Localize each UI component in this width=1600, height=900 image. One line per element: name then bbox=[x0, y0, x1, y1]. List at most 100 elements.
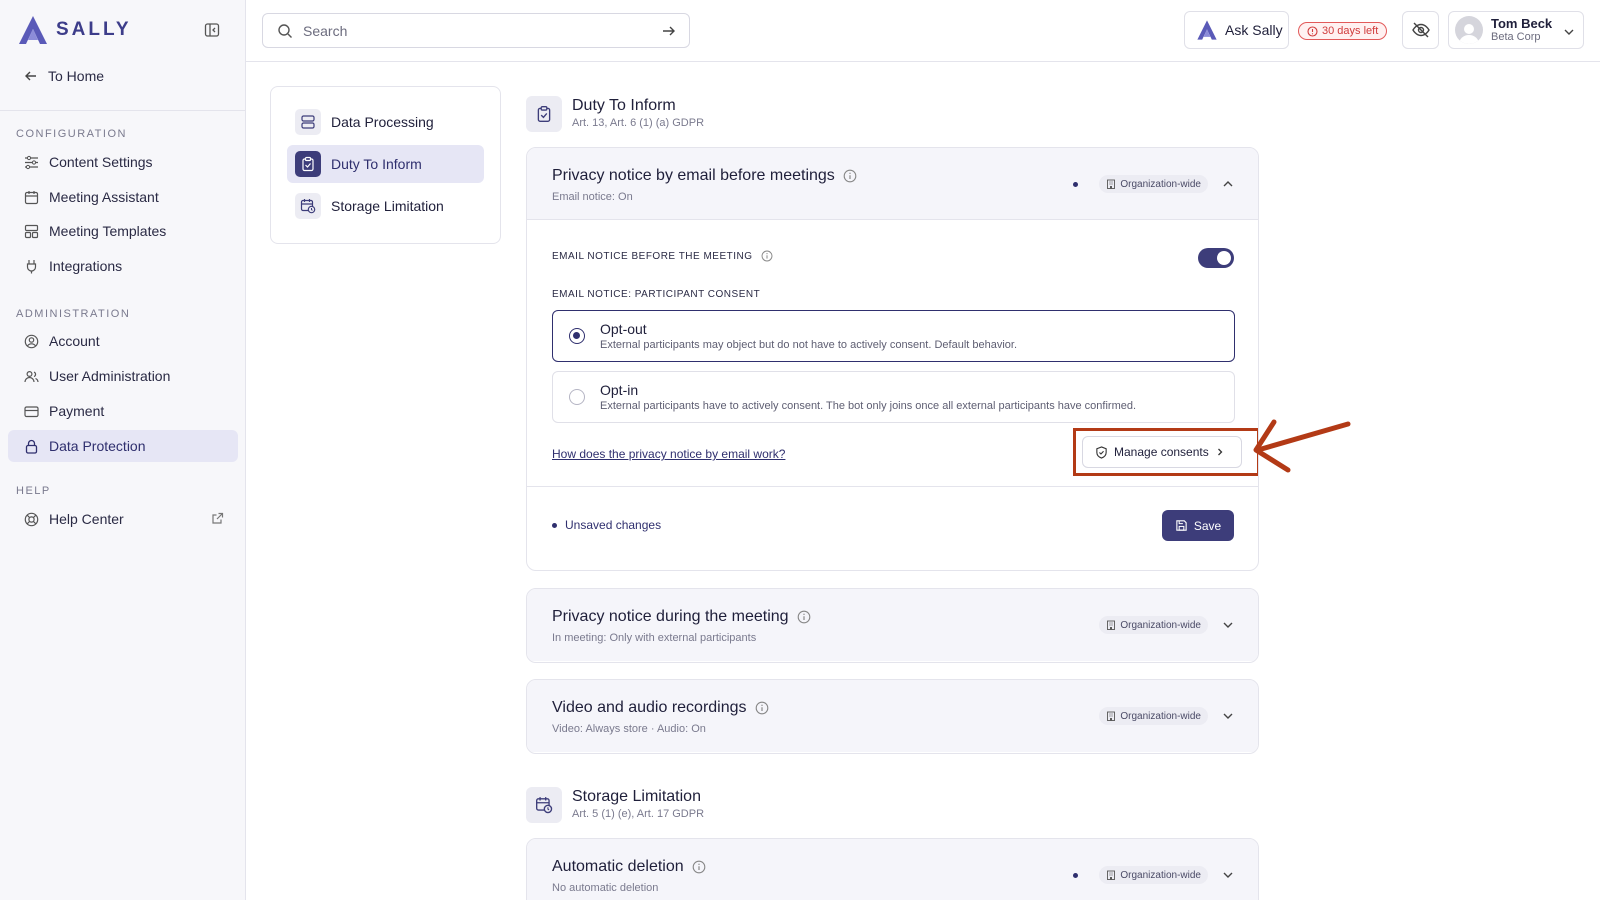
shield-check-icon bbox=[1096, 445, 1107, 459]
opt-out-option[interactable]: Opt-out External participants may object… bbox=[552, 310, 1235, 362]
search-input[interactable] bbox=[303, 22, 633, 39]
trial-badge[interactable]: 30 days left bbox=[1298, 22, 1388, 40]
clipboard-check-icon bbox=[295, 151, 321, 177]
card-title: Privacy notice by email before meetings bbox=[552, 167, 835, 184]
manage-consents-button[interactable]: Manage consents bbox=[1082, 436, 1242, 468]
subnav-item-duty-to-inform[interactable]: Duty To Inform bbox=[287, 145, 484, 183]
org-wide-badge: Organization-wide bbox=[1099, 616, 1208, 634]
sidebar-item-label: Integrations bbox=[49, 258, 123, 274]
avatar bbox=[1455, 16, 1483, 44]
subnav-item-storage-limitation[interactable]: Storage Limitation bbox=[287, 187, 484, 225]
user-menu-button[interactable]: Tom Beck Beta Corp bbox=[1448, 11, 1584, 49]
sally-logo[interactable]: SALLY bbox=[16, 14, 132, 46]
lifebuoy-icon bbox=[24, 512, 39, 526]
meeting-notice-card[interactable]: Privacy notice during the meeting In mee… bbox=[526, 588, 1259, 663]
unsaved-indicator-dot bbox=[1073, 182, 1078, 187]
ask-sally-label: Ask Sally bbox=[1225, 22, 1283, 38]
subnav-label: Data Processing bbox=[331, 114, 434, 130]
card-header[interactable]: Privacy notice by email before meetings … bbox=[527, 148, 1258, 220]
sidebar-item-label: Meeting Templates bbox=[49, 223, 167, 239]
info-icon[interactable] bbox=[692, 860, 706, 874]
chevron-right-icon bbox=[1217, 448, 1223, 456]
eye-off-icon bbox=[1411, 22, 1430, 38]
building-icon bbox=[1107, 711, 1116, 721]
calendar-clock-icon bbox=[526, 787, 562, 823]
manage-consents-label: Manage consents bbox=[1114, 445, 1209, 459]
section-title: Duty To Inform bbox=[572, 97, 676, 114]
sidebar-item-data-protection[interactable]: Data Protection bbox=[8, 430, 238, 462]
card-header[interactable]: Video and audio recordings Video: Always… bbox=[527, 680, 1258, 752]
sidebar-item-meeting-assistant[interactable]: Meeting Assistant bbox=[8, 181, 238, 213]
privacy-mode-button[interactable] bbox=[1402, 11, 1439, 49]
opt-out-radio[interactable] bbox=[569, 328, 585, 344]
sally-logo-icon bbox=[19, 16, 47, 44]
option-description: External participants have to actively c… bbox=[600, 399, 1137, 412]
recordings-card[interactable]: Video and audio recordings Video: Always… bbox=[526, 679, 1259, 754]
info-icon[interactable] bbox=[797, 610, 811, 624]
info-icon[interactable] bbox=[755, 701, 769, 715]
sidebar-item-help-center[interactable]: Help Center bbox=[8, 503, 238, 535]
option-description: External participants may object but do … bbox=[600, 338, 1018, 351]
option-title: Opt-out bbox=[600, 320, 647, 337]
sidebar-item-integrations[interactable]: Integrations bbox=[8, 250, 238, 282]
collapse-sidebar-button[interactable] bbox=[204, 22, 224, 42]
save-label: Save bbox=[1193, 518, 1222, 533]
opt-in-radio[interactable] bbox=[569, 389, 585, 405]
sidebar-item-content-settings[interactable]: Content Settings bbox=[8, 146, 238, 178]
building-icon bbox=[1107, 179, 1116, 189]
subnav-label: Duty To Inform bbox=[331, 156, 422, 172]
badge-label: Organization-wide bbox=[1120, 178, 1201, 190]
search-bar[interactable] bbox=[262, 13, 690, 48]
ask-sally-button[interactable]: Ask Sally bbox=[1184, 11, 1289, 49]
user-org: Beta Corp bbox=[1491, 31, 1541, 43]
sidebar-item-user-administration[interactable]: User Administration bbox=[8, 360, 238, 392]
save-icon bbox=[1176, 520, 1187, 531]
building-icon bbox=[1107, 620, 1116, 630]
to-home-link[interactable]: To Home bbox=[24, 68, 104, 84]
card-body: EMAIL NOTICE BEFORE THE MEETING EMAIL NO… bbox=[527, 220, 1258, 570]
external-link-icon bbox=[212, 512, 224, 524]
server-icon bbox=[295, 109, 321, 135]
subnav-item-data-processing[interactable]: Data Processing bbox=[287, 103, 484, 141]
how-privacy-notice-works-link[interactable]: How does the privacy notice by email wor… bbox=[552, 447, 785, 461]
sidebar-item-meeting-templates[interactable]: Meeting Templates bbox=[8, 215, 238, 247]
chevron-down-icon[interactable] bbox=[1222, 710, 1234, 722]
info-icon[interactable] bbox=[761, 250, 773, 262]
email-notice-card: Privacy notice by email before meetings … bbox=[526, 147, 1259, 571]
sidebar-item-label: Data Protection bbox=[49, 438, 146, 454]
sidebar-item-account[interactable]: Account bbox=[8, 325, 238, 357]
user-avatar-icon bbox=[1459, 24, 1479, 44]
lock-icon bbox=[25, 439, 38, 454]
section-title: Storage Limitation bbox=[572, 788, 701, 805]
chevron-up-icon[interactable] bbox=[1222, 178, 1234, 190]
badge-label: Organization-wide bbox=[1120, 710, 1201, 722]
search-icon bbox=[278, 23, 292, 38]
arrow-right-icon[interactable] bbox=[661, 23, 677, 39]
brand-name: SALLY bbox=[56, 19, 132, 40]
subnav-label: Storage Limitation bbox=[331, 198, 444, 214]
clipboard-check-icon bbox=[526, 96, 562, 132]
card-header[interactable]: Privacy notice during the meeting In mee… bbox=[527, 589, 1258, 661]
info-icon[interactable] bbox=[843, 169, 857, 183]
users-icon bbox=[24, 370, 39, 382]
alert-circle-icon bbox=[1307, 25, 1318, 37]
chevron-down-icon[interactable] bbox=[1222, 869, 1234, 881]
consent-label: EMAIL NOTICE: PARTICIPANT CONSENT bbox=[552, 289, 761, 300]
calendar-clock-icon bbox=[295, 193, 321, 219]
email-notice-label-row: EMAIL NOTICE BEFORE THE MEETING bbox=[552, 250, 773, 262]
chevron-down-icon[interactable] bbox=[1222, 619, 1234, 631]
automatic-deletion-card[interactable]: Automatic deletion No automatic deletion… bbox=[526, 838, 1259, 900]
sidebar-item-label: Payment bbox=[49, 403, 105, 419]
section-subtitle: Art. 13, Art. 6 (1) (a) GDPR bbox=[572, 117, 705, 129]
sally-logo-icon bbox=[1197, 20, 1217, 40]
save-button[interactable]: Save bbox=[1162, 510, 1234, 541]
card-header[interactable]: Automatic deletion No automatic deletion… bbox=[527, 839, 1258, 900]
option-title: Opt-in bbox=[600, 381, 639, 398]
sidebar-item-label: Meeting Assistant bbox=[49, 189, 159, 205]
plug-icon bbox=[26, 259, 37, 273]
sidebar-item-payment[interactable]: Payment bbox=[8, 395, 238, 427]
email-notice-toggle[interactable] bbox=[1198, 248, 1234, 268]
sidebar-item-label: Help Center bbox=[49, 511, 124, 527]
opt-in-option[interactable]: Opt-in External participants have to act… bbox=[552, 371, 1235, 423]
sidebar-item-label: Content Settings bbox=[49, 154, 153, 170]
